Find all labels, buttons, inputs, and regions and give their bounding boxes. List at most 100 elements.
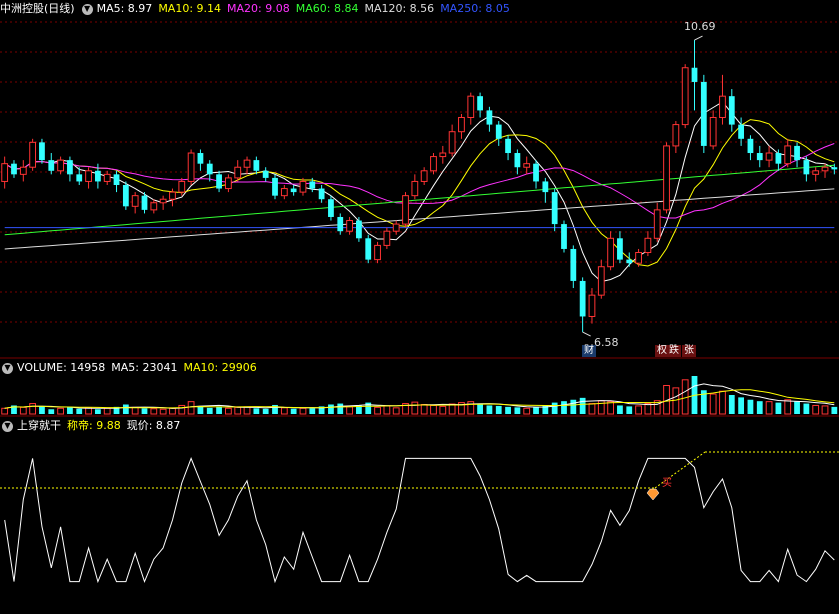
volume-bar — [57, 407, 64, 415]
ma120-line — [4, 188, 835, 250]
volume-bar — [486, 405, 493, 414]
volume-bar — [187, 401, 195, 415]
volume-bar — [644, 403, 652, 415]
stock-chart-canvas — [0, 21, 839, 584]
ma-legend-item-5: MA250: 8.05 — [440, 2, 510, 15]
candle-body — [756, 153, 763, 161]
volume-bar — [597, 400, 605, 415]
volume-bar — [243, 406, 251, 415]
candle-body — [337, 216, 344, 232]
candle-body — [765, 152, 773, 161]
volume-bar — [328, 404, 334, 414]
candle-body — [691, 67, 698, 82]
volume-bar — [719, 390, 726, 415]
chevron-down-icon[interactable]: ▼ — [81, 3, 93, 15]
volume-bar — [551, 402, 558, 414]
candle-body — [48, 160, 55, 171]
volume-bar — [290, 408, 297, 414]
candle-body — [439, 152, 447, 158]
candle-body — [597, 266, 605, 296]
volume-bar — [709, 393, 717, 415]
candle-body — [430, 156, 437, 172]
volume-bar — [29, 403, 37, 415]
volume-bar — [728, 395, 735, 414]
candle-body — [495, 124, 502, 139]
candle-body — [206, 163, 213, 175]
volume-bar — [1, 407, 9, 415]
candle-body — [561, 224, 567, 249]
volume-bar — [784, 399, 792, 415]
candle-body — [318, 188, 325, 200]
volume-bar — [94, 409, 101, 414]
candle-body — [299, 180, 307, 193]
ma-legend-item-0: MA5: 8.97 — [96, 2, 153, 15]
candle-body — [85, 170, 92, 182]
event-tag-b[interactable]: 跌 — [667, 345, 681, 357]
event-tag-finance[interactable]: 财 — [582, 345, 596, 357]
volume-bar — [39, 406, 45, 414]
ma-legend: MA5: 8.97 MA10: 9.14 MA20: 9.08 MA60: 8.84 M… — [97, 1, 516, 17]
volume-bar — [131, 406, 139, 415]
indicator-legend-item-0: 上穿就干 — [17, 419, 61, 432]
candle-body — [383, 230, 391, 246]
volume-bar — [831, 406, 838, 414]
candle-body — [328, 199, 334, 217]
indicator-panel — [0, 451, 839, 584]
candle-body — [216, 174, 222, 189]
volume-legend: VOLUME: 14958 MA5: 23041 MA10: 29906 — [17, 360, 263, 376]
indicator-header: ▼ 上穿就干 称帝: 9.88 现价: 8.87 — [0, 418, 191, 434]
chevron-down-icon[interactable]: ▼ — [2, 420, 13, 432]
candle-body — [514, 153, 521, 168]
volume-bar — [178, 404, 186, 415]
candle-body — [290, 188, 297, 193]
volume-bar — [533, 406, 539, 414]
volume-bar — [635, 405, 642, 415]
candle-body — [309, 181, 316, 189]
volume-bar — [430, 404, 437, 415]
volume-bar — [262, 408, 269, 414]
indicator-legend: 上穿就干 称帝: 9.88 现价: 8.87 — [17, 418, 186, 434]
candle-body — [39, 142, 45, 161]
candle-body — [262, 170, 269, 178]
candle-body — [588, 294, 596, 317]
ma20-line — [4, 143, 835, 219]
volume-bar — [607, 401, 614, 415]
candle-body — [812, 170, 820, 175]
high-price-label: 10.69 — [684, 20, 716, 33]
volume-legend-item-1: MA5: 23041 — [111, 361, 178, 374]
volume-bar — [495, 405, 502, 414]
volume-bar — [150, 408, 158, 415]
volume-bar — [626, 406, 633, 414]
candle-body — [1, 163, 9, 182]
volume-bar — [309, 408, 316, 414]
main-chart-header: 中洲控股(日线) ▼ MA5: 8.97 MA10: 9.14 MA20: 9.08… — [0, 1, 521, 17]
candle-body — [607, 237, 614, 268]
candle-body — [803, 160, 810, 175]
candle-body — [681, 67, 689, 126]
volume-bar — [337, 403, 344, 414]
stock-title: 中洲控股(日线) — [0, 2, 75, 15]
volume-bar — [159, 408, 167, 415]
low-price-label: 6.58 — [594, 336, 619, 349]
volume-bar — [169, 407, 176, 415]
candle-body — [821, 166, 829, 172]
ma-legend-item-2: MA20: 9.08 — [227, 2, 290, 15]
volume-bar — [579, 397, 586, 414]
candle-body — [784, 145, 792, 165]
candle-body — [653, 209, 661, 239]
volume-legend-item-2: MA10: 29906 — [183, 361, 257, 374]
candle-body — [794, 145, 800, 161]
candle-body — [709, 116, 717, 147]
event-tag-c[interactable]: 张 — [682, 345, 696, 357]
volume-bar — [672, 387, 680, 415]
candle-body — [122, 185, 129, 207]
candle-body — [141, 195, 148, 210]
volume-bar — [48, 409, 55, 414]
volume-bar — [794, 401, 800, 414]
chevron-down-icon[interactable]: ▼ — [2, 362, 13, 374]
candle-body — [579, 280, 586, 317]
candle-body — [272, 177, 278, 196]
candle-body — [570, 248, 577, 281]
candle-body — [486, 110, 493, 125]
candle-body — [420, 170, 428, 182]
